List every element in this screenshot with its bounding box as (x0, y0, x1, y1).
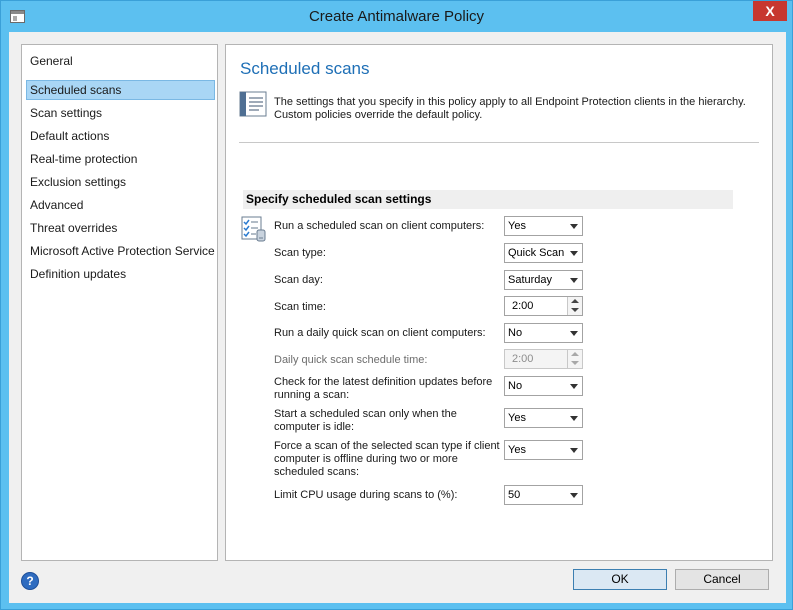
chevron-down-icon (570, 384, 578, 389)
sidebar-item-exclusion-settings[interactable]: Exclusion settings (26, 172, 215, 192)
sidebar-item-scan-settings[interactable]: Scan settings (26, 103, 215, 123)
scan-day-select[interactable]: Saturday (504, 270, 583, 290)
scan-type-select[interactable]: Quick Scan (504, 243, 583, 263)
chevron-down-icon (570, 251, 578, 256)
section-header: Specify scheduled scan settings (243, 190, 733, 209)
ok-button[interactable]: OK (573, 569, 667, 590)
chevron-down-icon (570, 278, 578, 283)
divider (239, 142, 759, 143)
setting-label-scan-type: Scan type: (274, 247, 326, 259)
title-bar[interactable]: Create Antimalware Policy X (1, 1, 792, 32)
setting-label-daily-quick-scan-time: Daily quick scan schedule time: (274, 354, 428, 366)
chevron-down-icon (570, 331, 578, 336)
chevron-down-icon (570, 493, 578, 498)
close-button[interactable]: X (753, 1, 787, 21)
spinner-value: 2:00 (512, 300, 534, 312)
select-value: Quick Scan (508, 247, 565, 259)
sidebar-item-real-time-protection[interactable]: Real-time protection (26, 149, 215, 169)
select-value: Yes (508, 444, 526, 456)
daily-quick-scan-time-spinner: 2:00 (504, 349, 583, 369)
sidebar-item-default-actions[interactable]: Default actions (26, 126, 215, 146)
info-text: The settings that you specify in this po… (274, 96, 746, 121)
setting-label-scan-when-idle: Start a scheduled scan only when the com… (274, 408, 457, 433)
info-document-icon (239, 91, 267, 117)
setting-label-run-scheduled-scan: Run a scheduled scan on client computers… (274, 220, 485, 232)
sidebar: General Scheduled scans Scan settings De… (21, 44, 218, 561)
daily-quick-scan-select[interactable]: No (504, 323, 583, 343)
spin-up-icon[interactable] (571, 299, 579, 303)
settings-panel: Scheduled scans The settings that you sp… (225, 44, 773, 561)
sidebar-item-maps[interactable]: Microsoft Active Protection Service (26, 241, 215, 261)
setting-label-force-scan: Force a scan of the selected scan type i… (274, 440, 500, 478)
cpu-limit-select[interactable]: 50 (504, 485, 583, 505)
sidebar-item-advanced[interactable]: Advanced (26, 195, 215, 215)
spin-down-icon[interactable] (571, 308, 579, 312)
spinner-value: 2:00 (512, 353, 534, 365)
window-title: Create Antimalware Policy (308, 8, 485, 25)
spin-up-icon (571, 352, 579, 356)
setting-label-daily-quick-scan: Run a daily quick scan on client compute… (274, 327, 486, 339)
force-scan-select[interactable]: Yes (504, 440, 583, 460)
setting-label-scan-day: Scan day: (274, 274, 323, 286)
help-icon[interactable]: ? (21, 572, 39, 590)
chevron-down-icon (570, 448, 578, 453)
setting-label-cpu-limit: Limit CPU usage during scans to (%): (274, 489, 458, 501)
sidebar-item-general[interactable]: General (26, 51, 215, 71)
sidebar-item-threat-overrides[interactable]: Threat overrides (26, 218, 215, 238)
page-title: Scheduled scans (240, 59, 370, 78)
sidebar-item-definition-updates[interactable]: Definition updates (26, 264, 215, 284)
select-value: No (508, 380, 523, 392)
select-value: Saturday (508, 274, 553, 286)
checklist-icon (241, 216, 266, 242)
scan-when-idle-select[interactable]: Yes (504, 408, 583, 428)
select-value: Yes (508, 220, 526, 232)
select-value: 50 (508, 489, 521, 501)
setting-label-scan-time: Scan time: (274, 301, 326, 313)
dialog-window: Create Antimalware Policy X General Sche… (0, 0, 793, 610)
scan-time-spinner[interactable]: 2:00 (504, 296, 583, 316)
select-value: Yes (508, 412, 526, 424)
chevron-down-icon (570, 416, 578, 421)
spin-down-icon (571, 361, 579, 365)
check-definitions-select[interactable]: No (504, 376, 583, 396)
chevron-down-icon (570, 224, 578, 229)
sidebar-item-scheduled-scans[interactable]: Scheduled scans (26, 80, 215, 100)
run-scheduled-scan-select[interactable]: Yes (504, 216, 583, 236)
select-value: No (508, 327, 523, 339)
spin-arrows-icon[interactable] (567, 297, 582, 315)
cancel-button[interactable]: Cancel (675, 569, 769, 590)
spin-arrows-icon (567, 350, 582, 368)
setting-label-check-definitions: Check for the latest definition updates … (274, 376, 493, 401)
dialog-body: General Scheduled scans Scan settings De… (9, 32, 786, 603)
